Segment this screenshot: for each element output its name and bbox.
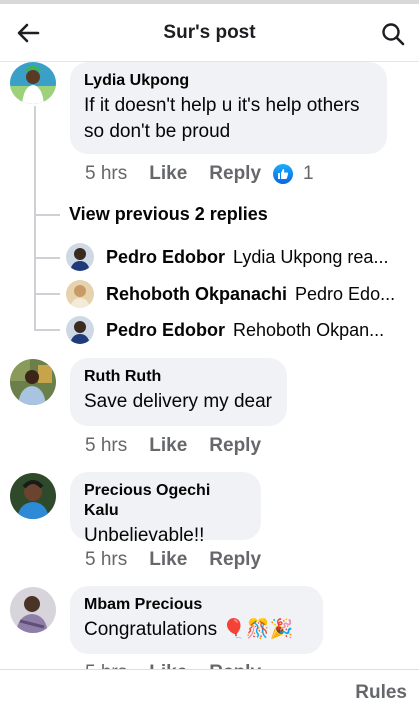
- reply-text: Lydia Ukpong rea...: [233, 246, 389, 267]
- avatar: [66, 280, 94, 308]
- reply-author: Rehoboth Okpanachi: [106, 283, 288, 304]
- reply-preview[interactable]: Rehoboth Okpanachi Pedro Edo...: [66, 279, 416, 309]
- like-button[interactable]: Like: [149, 163, 187, 185]
- commenter-name[interactable]: Lydia Ukpong: [84, 71, 373, 91]
- comment-actions: 5 hrs Like Reply: [85, 549, 261, 571]
- thread-line: [34, 106, 36, 330]
- reply-author: Pedro Edobor: [106, 319, 226, 340]
- search-icon: [382, 23, 405, 46]
- search-button[interactable]: [377, 19, 409, 49]
- like-button[interactable]: Like: [149, 549, 187, 571]
- reply-preview[interactable]: Pedro Edobor Lydia Ukpong rea...: [66, 242, 416, 272]
- bottom-bar: Rules: [0, 669, 419, 720]
- view-previous-replies-link[interactable]: View previous 2 replies: [69, 204, 268, 225]
- post-header: Sur's post: [0, 4, 419, 62]
- avatar[interactable]: [10, 473, 56, 519]
- reply-text: Pedro Edo...: [295, 283, 396, 304]
- thread-branch: [34, 293, 60, 295]
- reply-author: Pedro Edobor: [106, 246, 226, 267]
- avatar[interactable]: [10, 62, 56, 104]
- avatar: [66, 243, 94, 271]
- commenter-name[interactable]: Precious Ogechi Kalu: [84, 481, 247, 521]
- like-reaction-icon: [273, 164, 294, 184]
- reply-button[interactable]: Reply: [209, 435, 261, 457]
- page-title: Sur's post: [163, 22, 256, 43]
- reply-button[interactable]: Reply: [209, 549, 261, 571]
- reply-text: Rehoboth Okpan...: [233, 319, 385, 340]
- comment-text: Congratulations 🎈🎊🎉: [84, 619, 294, 640]
- comment-bubble[interactable]: Mbam Precious Congratulations 🎈🎊🎉: [70, 586, 323, 654]
- comment-actions: 5 hrs Like Reply: [85, 435, 261, 457]
- comment-text: Unbelievable!!: [84, 525, 205, 546]
- avatar[interactable]: [10, 587, 56, 633]
- commenter-name[interactable]: Ruth Ruth: [84, 367, 273, 387]
- reaction-summary[interactable]: 1: [273, 163, 314, 185]
- reply-preview[interactable]: Pedro Edobor Rehoboth Okpan...: [66, 315, 416, 345]
- comment-actions: 5 hrs Like Reply 1: [85, 163, 314, 185]
- commenter-name[interactable]: Mbam Precious: [84, 595, 309, 615]
- avatar: [66, 316, 94, 344]
- comment-time[interactable]: 5 hrs: [85, 435, 127, 457]
- avatar[interactable]: [10, 359, 56, 405]
- thread-branch: [34, 257, 60, 259]
- thread-branch: [34, 329, 60, 331]
- comment-bubble[interactable]: Precious Ogechi Kalu Unbelievable!!: [70, 472, 261, 546]
- comment-bubble[interactable]: Ruth Ruth Save delivery my dear: [70, 358, 287, 426]
- rules-link[interactable]: Rules: [355, 682, 407, 704]
- comment-bubble[interactable]: Lydia Ukpong If it doesn't help u it's h…: [70, 62, 387, 154]
- comment-text: If it doesn't help u it's help others so…: [84, 95, 360, 142]
- reaction-count: 1: [303, 163, 314, 184]
- thread-branch: [34, 214, 60, 216]
- comment-time[interactable]: 5 hrs: [85, 549, 127, 571]
- comment-text: Save delivery my dear: [84, 391, 272, 412]
- reply-button[interactable]: Reply: [209, 163, 261, 185]
- like-button[interactable]: Like: [149, 435, 187, 457]
- comment-time[interactable]: 5 hrs: [85, 163, 127, 185]
